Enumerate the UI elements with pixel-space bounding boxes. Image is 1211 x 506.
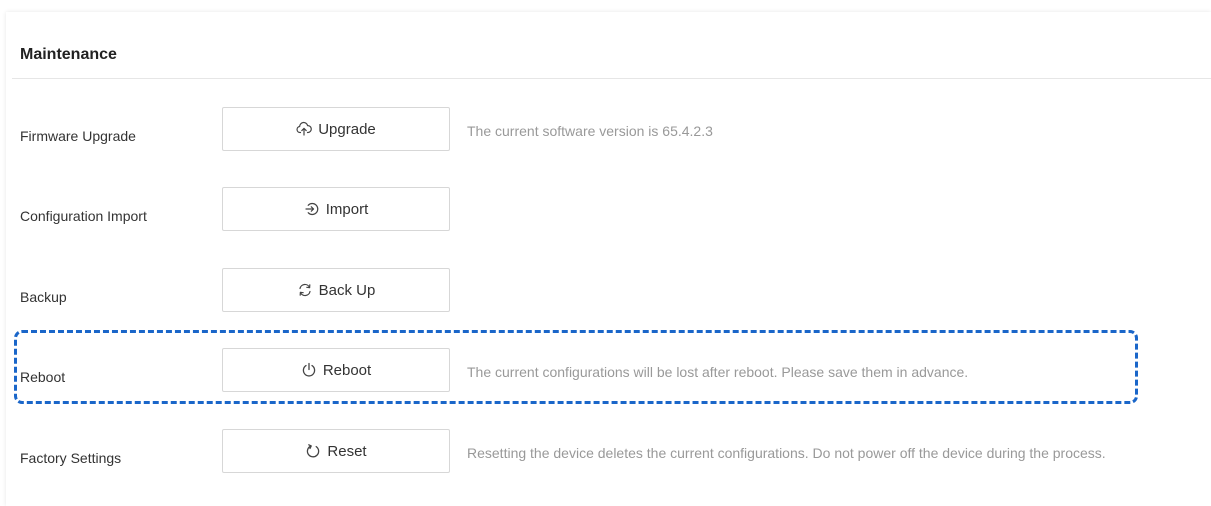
reboot-warning-text: The current configurations will be lost … — [467, 364, 969, 380]
sync-arrows-icon — [297, 282, 313, 298]
row-reboot: Reboot Reboot The current configurations… — [0, 348, 1211, 394]
upgrade-button[interactable]: Upgrade — [222, 107, 450, 151]
import-icon — [304, 201, 320, 217]
reset-button[interactable]: Reset — [222, 429, 450, 473]
upgrade-button-label: Upgrade — [318, 120, 376, 138]
import-button-label: Import — [325, 200, 369, 218]
factory-settings-label: Factory Settings — [20, 450, 122, 466]
reset-icon — [305, 443, 321, 459]
backup-label: Backup — [20, 289, 67, 305]
back-up-button[interactable]: Back Up — [222, 268, 450, 312]
firmware-version-text: The current software version is 65.4.2.3 — [467, 123, 713, 139]
factory-reset-warning-text: Resetting the device deletes the current… — [467, 445, 1106, 461]
cloud-upload-icon — [296, 121, 313, 137]
title-divider — [12, 78, 1211, 79]
firmware-upgrade-label: Firmware Upgrade — [20, 128, 136, 144]
row-configuration-import: Configuration Import Import — [0, 187, 1211, 233]
reboot-button[interactable]: Reboot — [222, 348, 450, 392]
reset-button-label: Reset — [327, 442, 367, 460]
reboot-button-label: Reboot — [322, 361, 372, 379]
import-button[interactable]: Import — [222, 187, 450, 231]
power-icon — [301, 362, 317, 378]
row-backup: Backup Back Up — [0, 268, 1211, 314]
page: Maintenance Firmware Upgrade Upgrade The… — [0, 0, 1211, 506]
section-title: Maintenance — [20, 46, 117, 63]
back-up-button-label: Back Up — [318, 281, 376, 299]
row-firmware-upgrade: Firmware Upgrade Upgrade The current sof… — [0, 107, 1211, 153]
reboot-label: Reboot — [20, 369, 66, 385]
row-factory-settings: Factory Settings Reset Resetting the dev… — [0, 429, 1211, 475]
configuration-import-label: Configuration Import — [20, 208, 147, 224]
